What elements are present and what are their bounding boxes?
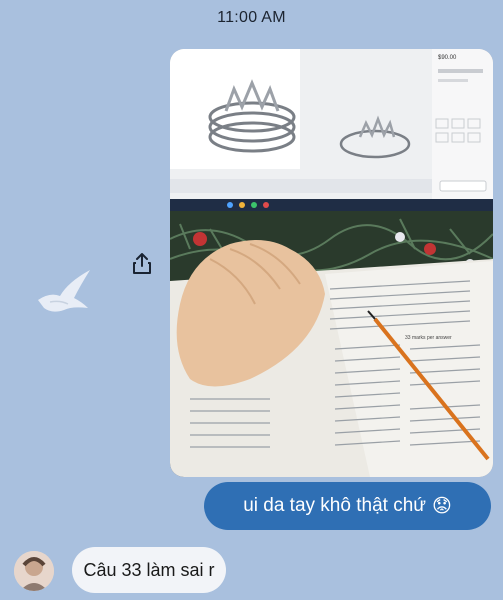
photo-message-image: $90.00 33 marks per answer [170, 49, 493, 477]
share-icon [133, 253, 151, 274]
worried-face-emoji: 😟 [431, 495, 452, 517]
incoming-message-text: Câu 33 làm sai r [83, 559, 215, 580]
worksheet-heading: 33 marks per answer [405, 335, 452, 341]
avatar-image [14, 551, 54, 591]
ornament [193, 232, 207, 246]
screen-price: $90.00 [438, 55, 457, 61]
status-time: 11:00 AM [217, 9, 286, 26]
outgoing-message-bubble[interactable]: ui da tay khô thật chứ 😟 [204, 482, 491, 530]
chat-screen: { "status_bar": { "time": "11:00 AM" }, … [0, 0, 503, 600]
share-button[interactable] [130, 250, 154, 276]
outgoing-message-text: ui da tay khô thật chứ [243, 495, 426, 516]
seagull-wallpaper-icon [38, 270, 90, 312]
avatar[interactable] [14, 551, 54, 591]
photo-message[interactable]: $90.00 33 marks per answer [170, 49, 493, 477]
incoming-message-bubble[interactable]: Câu 33 làm sai r [72, 547, 226, 593]
